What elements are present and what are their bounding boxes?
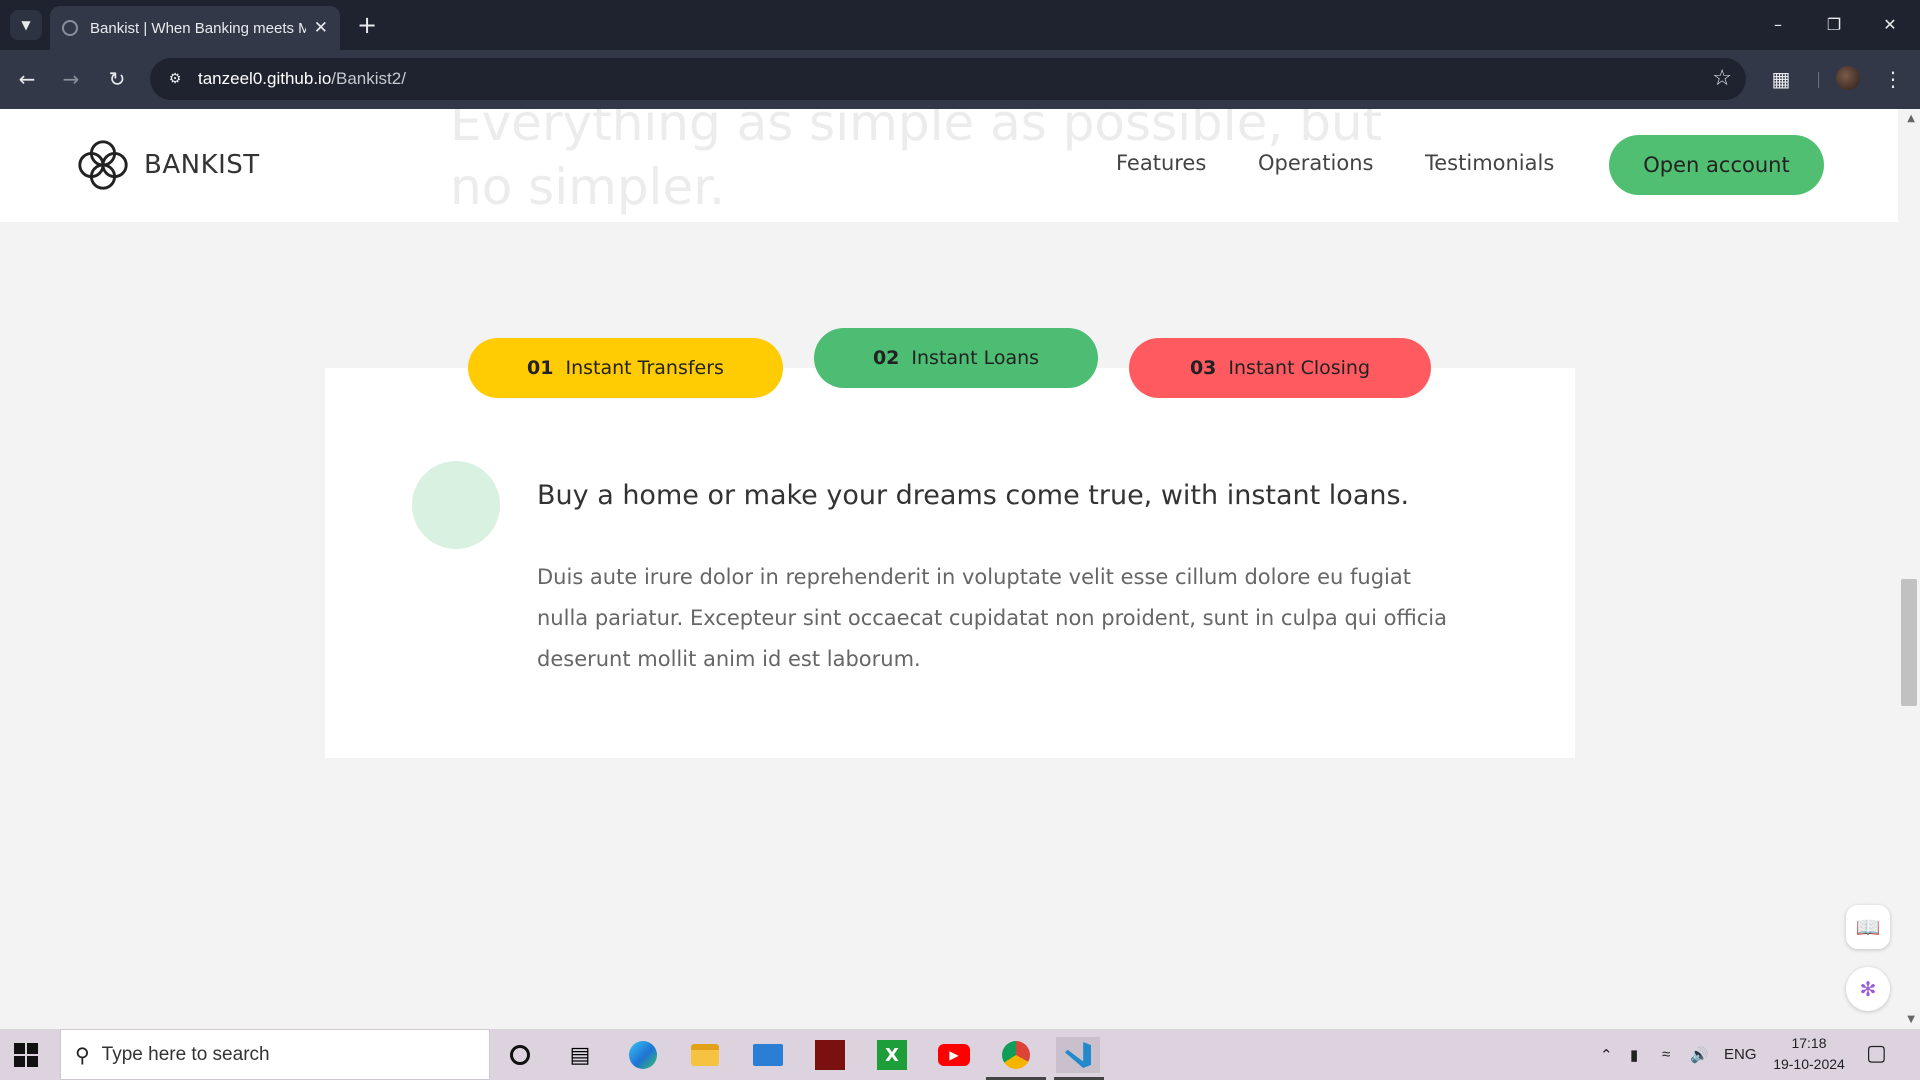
file-explorer-icon[interactable] (687, 1037, 723, 1073)
scrollbar-thumb[interactable] (1901, 579, 1917, 706)
nav-link-label: Operations (1258, 151, 1374, 175)
open-account-button[interactable]: Open account (1609, 135, 1824, 195)
chevron-down-icon: ▼ (21, 18, 31, 32)
tab-number: 03 (1189, 357, 1217, 379)
browser-menu-icon[interactable]: ⋮ (1878, 64, 1908, 94)
minimize-button[interactable]: – (1758, 8, 1798, 40)
taskbar-search-input[interactable]: ⚲ Type here to search (60, 1029, 490, 1080)
page-viewport: Everything as simple as possible, but no… (0, 109, 1920, 1029)
bankist-logo-icon (78, 140, 128, 190)
close-window-button[interactable]: ✕ (1870, 8, 1910, 40)
windows-taskbar: ⚲ Type here to search ▤ X ▶ ⌃ ▮ ≈ 🔊 ENG … (0, 1029, 1920, 1080)
browser-toolbar: ← → ↻ ⚙ tanzeel0.github.io/Bankist2/ ☆ ▦… (0, 50, 1920, 109)
scroll-up-arrow-icon[interactable]: ▲ (1907, 113, 1915, 124)
close-tab-icon[interactable]: ✕ (314, 18, 328, 38)
taskbar-clock[interactable]: 17:18 19-10-2024 (1758, 1033, 1860, 1075)
browser-tab-active[interactable]: Bankist | When Banking meets Minimalist … (50, 6, 340, 50)
tab-search-button[interactable]: ▼ (10, 10, 42, 40)
edge-icon[interactable] (625, 1037, 661, 1073)
nav-link-features[interactable]: Features (1116, 151, 1206, 175)
tab-instant-closing[interactable]: 03 Instant Closing (1129, 338, 1431, 398)
url-text: tanzeel0.github.io/Bankist2/ (198, 69, 406, 89)
back-button[interactable]: ← (12, 64, 42, 94)
reload-button[interactable]: ↻ (102, 64, 132, 94)
globe-icon (62, 20, 78, 36)
url-host: tanzeel0.github.io (198, 69, 332, 88)
mail-icon[interactable] (750, 1037, 786, 1073)
search-placeholder: Type here to search (101, 1043, 270, 1065)
clock-time: 17:18 (1791, 1035, 1827, 1051)
nav-link-label: Testimonials (1425, 151, 1555, 175)
scroll-down-arrow-icon[interactable]: ▼ (1907, 1014, 1915, 1025)
site-info-icon[interactable]: ⚙ (162, 66, 188, 92)
ai-assistant-icon[interactable]: ✻ (1846, 967, 1890, 1011)
new-tab-button[interactable]: + (352, 10, 382, 40)
site-header: Everything as simple as possible, but no… (0, 109, 1898, 222)
toolbar-divider (1818, 72, 1819, 88)
battery-icon[interactable]: ▮ (1630, 1029, 1638, 1080)
reading-mode-icon[interactable]: 📖 (1846, 905, 1890, 949)
nav-link-operations[interactable]: Operations (1258, 151, 1373, 175)
operation-heading: Buy a home or make your dreams come true… (537, 480, 1410, 511)
url-path: /Bankist2/ (331, 69, 406, 88)
bookmark-star-icon[interactable]: ☆ (1712, 66, 1732, 91)
forward-button[interactable]: → (56, 64, 86, 94)
notification-center-icon[interactable]: ▢ (1866, 1041, 1892, 1067)
browser-tab-bar: ▼ Bankist | When Banking meets Minimalis… (0, 0, 1920, 50)
tab-title: Bankist | When Banking meets Minimalist (90, 19, 306, 37)
tab-label: Instant Closing (1228, 357, 1371, 379)
volume-icon[interactable]: 🔊 (1690, 1029, 1709, 1080)
language-indicator[interactable]: ENG (1724, 1029, 1757, 1080)
tab-instant-loans[interactable]: 02 Instant Loans (814, 328, 1098, 388)
search-icon: ⚲ (75, 1042, 90, 1067)
chrome-icon[interactable] (998, 1037, 1034, 1073)
extensions-icon[interactable]: ▦ (1766, 64, 1796, 94)
restore-button[interactable]: ❐ (1814, 8, 1854, 40)
operation-description: Duis aute irure dolor in reprehenderit i… (537, 565, 1448, 671)
vscode-icon[interactable] (1056, 1037, 1100, 1073)
windows-start-icon[interactable] (12, 1041, 40, 1069)
section-heading-behind-header: Everything as simple as possible, but no… (450, 109, 1383, 216)
nav-link-testimonials[interactable]: Testimonials (1425, 151, 1554, 175)
nav-link-label: Features (1116, 151, 1207, 175)
youtube-icon[interactable]: ▶ (936, 1037, 972, 1073)
game-icon[interactable] (812, 1037, 848, 1073)
profile-avatar[interactable] (1836, 66, 1860, 90)
clock-date: 19-10-2024 (1773, 1056, 1845, 1072)
tab-label: Instant Loans (911, 347, 1040, 369)
operation-icon-circle (412, 461, 500, 549)
brand[interactable]: BANKIST (74, 136, 260, 194)
tab-label: Instant Transfers (565, 357, 724, 379)
tab-number: 02 (872, 347, 900, 369)
xbox-icon[interactable]: X (874, 1037, 910, 1073)
cortana-icon[interactable] (502, 1037, 538, 1073)
task-view-icon[interactable]: ▤ (562, 1037, 598, 1073)
brand-name: BANKIST (144, 150, 260, 180)
tab-number: 01 (527, 357, 554, 379)
tab-instant-transfers[interactable]: 01 Instant Transfers (468, 338, 783, 398)
show-hidden-icons-button[interactable]: ⌃ (1600, 1029, 1613, 1080)
page-scrollbar[interactable]: ▲ ▼ (1898, 109, 1920, 1029)
wifi-icon[interactable]: ≈ (1662, 1029, 1670, 1080)
address-bar[interactable]: ⚙ tanzeel0.github.io/Bankist2/ ☆ (150, 58, 1746, 100)
